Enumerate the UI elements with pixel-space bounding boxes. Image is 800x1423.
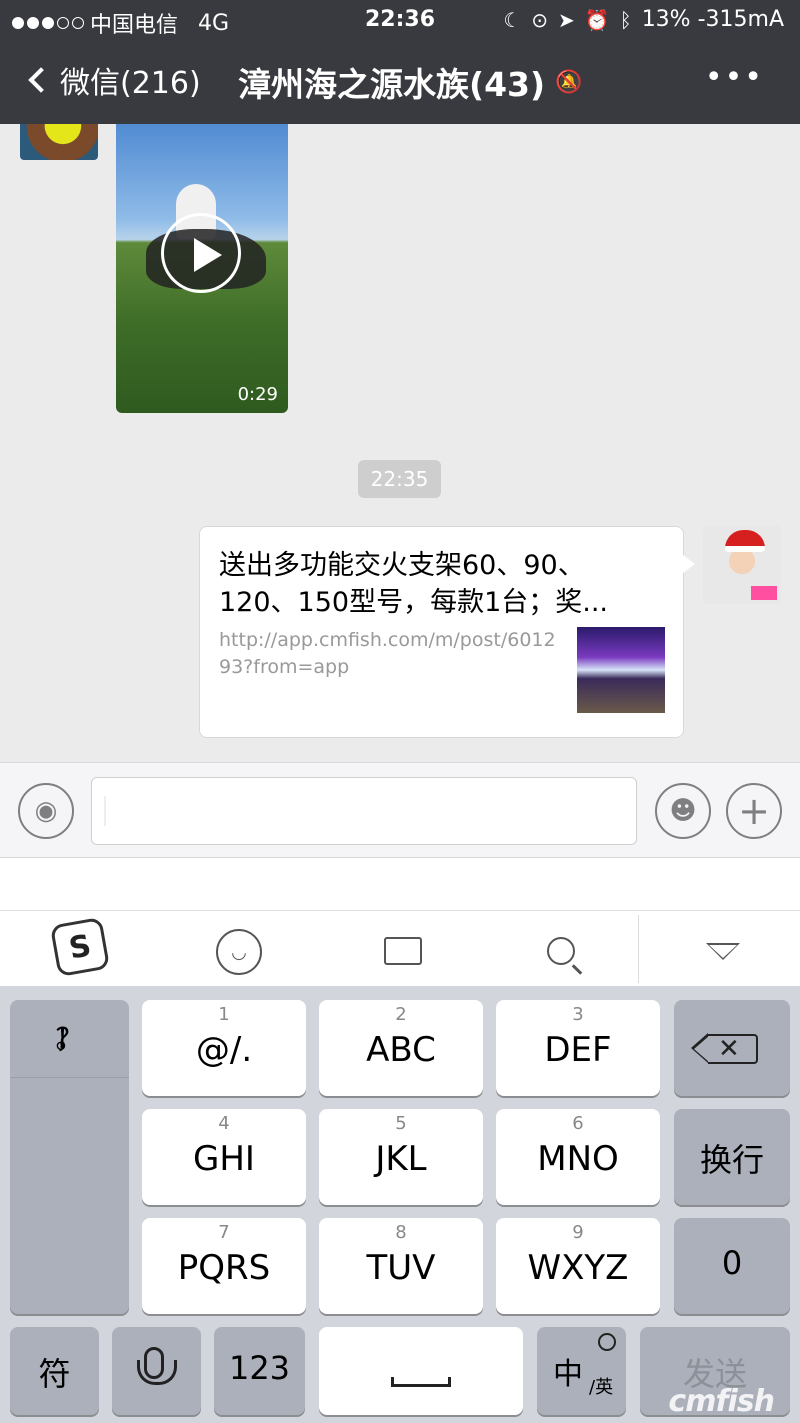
hide-keyboard-icon[interactable]: [698, 929, 748, 973]
key-number: 8: [395, 1222, 407, 1243]
key-number: 1: [218, 1004, 230, 1025]
voice-input-button[interactable]: ◉: [18, 783, 74, 839]
microphone-icon: [137, 1347, 177, 1385]
newline-label: 换行: [699, 1141, 764, 1179]
sogou-logo-icon[interactable]: S: [49, 916, 111, 978]
sender-avatar[interactable]: [20, 124, 98, 160]
backspace-icon: ✕: [691, 1033, 758, 1064]
key-4[interactable]: 4 GHI: [142, 1109, 306, 1205]
rotation-lock-icon: ⊙: [531, 7, 549, 32]
link-url: http://app.cmfish.com/m/post/601293?from…: [219, 629, 556, 678]
zero-label: 0: [721, 1244, 743, 1282]
key-label: JKL: [375, 1139, 427, 1179]
numeric-label: 123: [228, 1349, 291, 1387]
moon-icon: ☾: [503, 7, 522, 32]
space-key[interactable]: [319, 1327, 523, 1415]
emoticon-icon[interactable]: ◡: [216, 929, 262, 975]
key-label: GHI: [193, 1139, 255, 1179]
voice-icon: ◉: [34, 796, 58, 826]
status-icons: ☾ ⊙ ➤ ⏰ ᛒ 13% -315mA: [503, 7, 784, 32]
key-2[interactable]: 2 ABC: [319, 1000, 483, 1096]
muted-icon: 🔕: [555, 69, 583, 95]
message-list[interactable]: 0:29 22:35 送出多功能交火支架60、90、120、150型号，每款1台…: [0, 124, 800, 762]
my-avatar[interactable]: [703, 526, 781, 604]
status-bar: 中国电信 4G 22:36 ☾ ⊙ ➤ ⏰ ᛒ 13% -315mA: [0, 0, 800, 40]
numeric-key[interactable]: 123: [214, 1327, 305, 1415]
toolbar-divider: [638, 915, 639, 983]
voice-key[interactable]: [112, 1327, 201, 1415]
punctuation-column: ， 。 ？ ！: [10, 1000, 129, 1314]
text-caret: [104, 796, 106, 826]
more-button[interactable]: •••: [705, 60, 764, 95]
keyboard: ， 。 ？ ！ 1 @/. 2 ABC 3 DEF ✕ 4 GHI 5 JKL …: [0, 986, 800, 1423]
key-9[interactable]: 9 WXYZ: [496, 1218, 660, 1314]
link-thumbnail: [577, 627, 665, 713]
symbol-label: 符: [38, 1355, 71, 1393]
plus-icon: +: [738, 789, 770, 833]
smiley-icon: ☻: [669, 796, 697, 826]
play-icon[interactable]: [161, 213, 241, 293]
back-label: 微信(216): [60, 66, 201, 101]
key-label: MNO: [537, 1139, 619, 1179]
lang-alt-label: /英: [589, 1377, 614, 1398]
ime-toolbar: S ◡: [0, 910, 800, 986]
chat-header: 微信(216) 漳州海之源水族(43) 🔕 •••: [0, 40, 800, 124]
key-number: 6: [572, 1113, 584, 1134]
key-label: PQRS: [177, 1248, 271, 1288]
key-number: 4: [218, 1113, 230, 1134]
video-duration: 0:29: [237, 384, 278, 405]
key-exclamation[interactable]: ！: [10, 1000, 129, 1078]
key-1[interactable]: 1 @/.: [142, 1000, 306, 1096]
key-5[interactable]: 5 JKL: [319, 1109, 483, 1205]
alarm-icon: ⏰: [584, 7, 610, 32]
message-input[interactable]: [91, 777, 637, 845]
key-label: WXYZ: [527, 1248, 629, 1288]
battery-status: 13% -315mA: [641, 7, 784, 32]
watermark: cmfish: [668, 1384, 775, 1419]
newline-key[interactable]: 换行: [674, 1109, 790, 1205]
emoji-button[interactable]: ☻: [655, 783, 711, 839]
video-message[interactable]: 0:29: [116, 124, 288, 413]
key-label: DEF: [544, 1030, 612, 1070]
key-number: 2: [395, 1004, 407, 1025]
search-icon[interactable]: [536, 929, 586, 973]
backspace-key[interactable]: ✕: [674, 1000, 790, 1096]
globe-icon: [598, 1333, 616, 1351]
key-number: 9: [572, 1222, 584, 1243]
key-0[interactable]: 0: [674, 1218, 790, 1314]
location-icon: ➤: [558, 7, 575, 32]
back-button[interactable]: 微信(216): [24, 58, 201, 102]
symbol-key[interactable]: 符: [10, 1327, 99, 1415]
chevron-left-icon: [28, 67, 54, 93]
key-number: 5: [395, 1113, 407, 1134]
key-7[interactable]: 7 PQRS: [142, 1218, 306, 1314]
key-number: 3: [572, 1004, 584, 1025]
key-3[interactable]: 3 DEF: [496, 1000, 660, 1096]
chat-title: 漳州海之源水族(43) 🔕: [238, 58, 583, 106]
input-bar: ◉ ☻ +: [0, 762, 800, 858]
bluetooth-icon: ᛒ: [619, 7, 632, 32]
gift-box: [751, 586, 777, 600]
space-icon: [391, 1377, 451, 1387]
key-label: TUV: [366, 1248, 436, 1288]
key-label: ABC: [366, 1030, 436, 1070]
group-name: 漳州海之源水族(43): [238, 65, 546, 104]
key-6[interactable]: 6 MNO: [496, 1109, 660, 1205]
keyboard-icon[interactable]: [378, 929, 428, 973]
link-card-message[interactable]: 送出多功能交火支架60、90、120、150型号，每款1台；奖... http:…: [199, 526, 695, 738]
lang-main-label: 中: [553, 1357, 583, 1392]
top-bar: 中国电信 4G 22:36 ☾ ⊙ ➤ ⏰ ᛒ 13% -315mA 微信(21…: [0, 0, 800, 124]
key-label: @/.: [195, 1030, 253, 1070]
santa-hat: [725, 530, 765, 552]
key-8[interactable]: 8 TUV: [319, 1218, 483, 1314]
link-title: 送出多功能交火支架60、90、120、150型号，每款1台；奖...: [219, 550, 608, 618]
message-timestamp: 22:35: [358, 460, 441, 498]
language-switch-key[interactable]: 中 /英: [537, 1327, 626, 1415]
candidate-area: [0, 858, 800, 910]
more-actions-button[interactable]: +: [726, 783, 782, 839]
key-number: 7: [218, 1222, 230, 1243]
